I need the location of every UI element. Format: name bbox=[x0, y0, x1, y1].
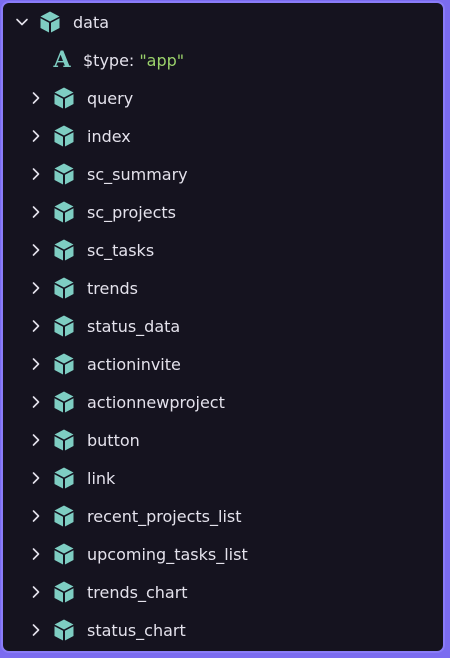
cube-icon bbox=[51, 123, 77, 149]
cube-icon bbox=[51, 237, 77, 263]
chevron-right-icon[interactable] bbox=[25, 125, 47, 147]
type-property-row[interactable]: A $type: "app" bbox=[49, 41, 184, 79]
chevron-right-icon[interactable] bbox=[25, 353, 47, 375]
tree-item-label: query bbox=[87, 88, 134, 108]
cube-icon bbox=[51, 161, 77, 187]
tree-item-label: button bbox=[87, 430, 140, 450]
chevron-right-icon[interactable] bbox=[25, 429, 47, 451]
tree-item[interactable]: recent_projects_list bbox=[25, 497, 242, 535]
tree-item-label: actionnewproject bbox=[87, 392, 225, 412]
tree-item-label: trends_chart bbox=[87, 582, 188, 602]
tree-item[interactable]: status_data bbox=[25, 307, 180, 345]
tree-item[interactable]: sc_projects bbox=[25, 193, 176, 231]
chevron-right-icon[interactable] bbox=[25, 315, 47, 337]
tree-item[interactable]: index bbox=[25, 117, 131, 155]
tree-item[interactable]: actionnewproject bbox=[25, 383, 225, 421]
cube-icon bbox=[51, 579, 77, 605]
cube-icon bbox=[51, 427, 77, 453]
cube-icon bbox=[51, 503, 77, 529]
tree-item[interactable]: trends bbox=[25, 269, 138, 307]
chevron-right-icon[interactable] bbox=[25, 467, 47, 489]
chevron-right-icon[interactable] bbox=[25, 543, 47, 565]
tree-item-label: sc_tasks bbox=[87, 240, 155, 260]
cube-icon bbox=[37, 9, 63, 35]
tree-item-label: actioninvite bbox=[87, 354, 181, 374]
tree-root-row[interactable]: data bbox=[11, 3, 109, 41]
cube-icon bbox=[51, 617, 77, 643]
tree-item[interactable]: link bbox=[25, 459, 115, 497]
tree-item-label: trends bbox=[87, 278, 138, 298]
cube-icon bbox=[51, 85, 77, 111]
chevron-right-icon[interactable] bbox=[25, 619, 47, 641]
tree-item[interactable]: status_chart bbox=[25, 611, 186, 649]
chevron-right-icon[interactable] bbox=[25, 163, 47, 185]
tree-item-label: status_data bbox=[87, 316, 181, 336]
cube-icon bbox=[51, 465, 77, 491]
cube-icon bbox=[51, 389, 77, 415]
tree-item[interactable]: button bbox=[25, 421, 140, 459]
cube-icon bbox=[51, 275, 77, 301]
type-key: $type: bbox=[83, 50, 135, 70]
tree-item-label: upcoming_tasks_list bbox=[87, 544, 248, 564]
tree-item-label: index bbox=[87, 126, 131, 146]
tree-item[interactable]: sc_tasks bbox=[25, 231, 154, 269]
tree-item-label: recent_projects_list bbox=[87, 506, 242, 526]
object-tree-panel: data A $type: "app" query index sc_summary… bbox=[1, 1, 445, 653]
tree-item-label: link bbox=[87, 468, 116, 488]
tree-item[interactable]: sc_summary bbox=[25, 155, 188, 193]
tree-item[interactable]: query bbox=[25, 79, 133, 117]
chevron-right-icon[interactable] bbox=[25, 505, 47, 527]
cube-icon bbox=[51, 351, 77, 377]
chevron-right-icon[interactable] bbox=[25, 391, 47, 413]
chevron-right-icon[interactable] bbox=[25, 201, 47, 223]
tree-root-label: data bbox=[73, 12, 110, 32]
tree-item[interactable]: trends_chart bbox=[25, 573, 188, 611]
chevron-right-icon[interactable] bbox=[25, 581, 47, 603]
cube-icon bbox=[51, 313, 77, 339]
tree-item-label: sc_projects bbox=[87, 202, 176, 222]
cube-icon bbox=[51, 541, 77, 567]
chevron-right-icon[interactable] bbox=[25, 239, 47, 261]
type-a-icon: A bbox=[53, 47, 71, 73]
cube-icon bbox=[51, 199, 77, 225]
tree-item[interactable]: upcoming_tasks_list bbox=[25, 535, 248, 573]
type-value: "app" bbox=[139, 50, 185, 70]
tree-item[interactable]: actioninvite bbox=[25, 345, 181, 383]
tree-item-label: sc_summary bbox=[87, 164, 188, 184]
chevron-down-icon[interactable] bbox=[11, 11, 33, 33]
tree-item-label: status_chart bbox=[87, 620, 186, 640]
chevron-right-icon[interactable] bbox=[25, 277, 47, 299]
chevron-right-icon[interactable] bbox=[25, 87, 47, 109]
